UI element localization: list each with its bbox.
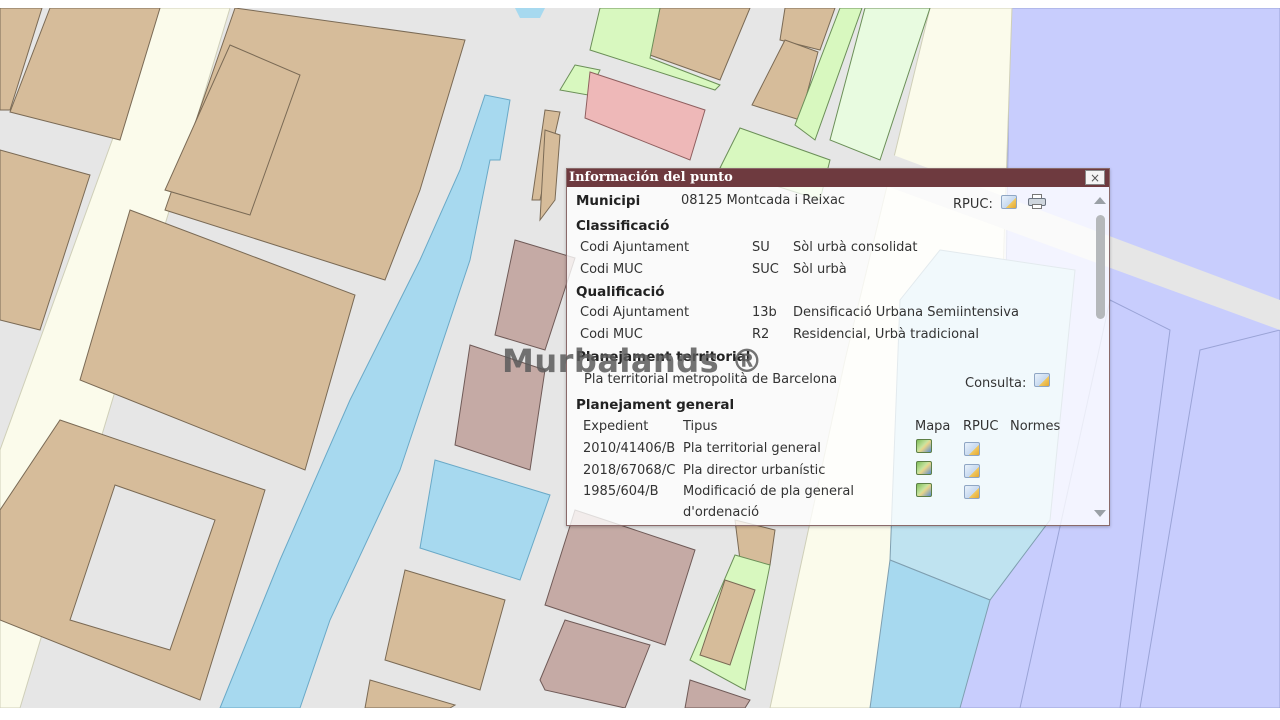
table-row-expedient: 1985/604/B (583, 484, 659, 499)
qualificacio-row-desc: Residencial, Urbà tradicional (793, 327, 979, 342)
document-link-icon[interactable] (1034, 373, 1050, 387)
col-mapa: Mapa (915, 419, 951, 434)
close-button[interactable]: × (1085, 170, 1105, 185)
document-link-icon[interactable] (964, 464, 980, 478)
classificacio-row-desc: Sòl urbà (793, 262, 847, 277)
scroll-up-arrow-icon[interactable] (1094, 197, 1106, 204)
municipi-label: Municipi (576, 193, 641, 209)
classificacio-row-label: Codi Ajuntament (580, 240, 690, 255)
qualificacio-row-code: R2 (752, 327, 770, 342)
table-row-tipus: Pla director urbanístic (683, 463, 826, 478)
municipi-value: 08125 Montcada i Reixac (681, 193, 846, 208)
close-icon[interactable]: × (1090, 171, 1100, 185)
table-row-tipus: Modificació de pla general (683, 484, 854, 499)
qualificacio-row-code: 13b (752, 305, 777, 320)
classificacio-row-code: SU (752, 240, 770, 255)
col-expedient: Expedient (583, 419, 649, 434)
document-link-icon[interactable] (964, 485, 980, 499)
col-tipus: Tipus (683, 419, 718, 434)
map-icon[interactable] (916, 483, 932, 497)
table-row-expedient: 2010/41406/B (583, 441, 676, 456)
qualificacio-heading: Qualificació (576, 284, 665, 300)
table-row-expedient: 2018/67068/C (583, 463, 676, 478)
classificacio-heading: Classificació (576, 218, 670, 234)
popup-scrollbar[interactable] (1091, 187, 1109, 525)
col-rpuc: RPUC (963, 419, 999, 434)
table-row-tipus: Pla territorial general (683, 441, 821, 456)
qualificacio-row-label: Codi Ajuntament (580, 305, 690, 320)
qualificacio-row-label: Codi MUC (580, 327, 643, 342)
map-icon[interactable] (916, 439, 932, 453)
popup-title: Información del punto (567, 169, 1109, 187)
classificacio-row-desc: Sòl urbà consolidat (793, 240, 918, 255)
map-icon[interactable] (916, 461, 932, 475)
general-heading: Planejament general (576, 397, 735, 413)
watermark: Murbalands ® (502, 342, 764, 380)
table-row-tipus-cont: d'ordenació (683, 505, 760, 520)
classificacio-row-label: Codi MUC (580, 262, 643, 277)
scroll-thumb[interactable] (1096, 215, 1105, 319)
printer-icon[interactable] (1028, 194, 1046, 209)
document-link-icon[interactable] (1001, 195, 1017, 209)
consulta-label: Consulta: (965, 376, 1027, 391)
classificacio-row-code: SUC (752, 262, 779, 277)
qualificacio-row-desc: Densificació Urbana Semiintensiva (793, 305, 1019, 320)
document-link-icon[interactable] (964, 442, 980, 456)
rpuc-label: RPUC: (953, 197, 993, 212)
col-normes: Normes (1010, 419, 1061, 434)
scroll-down-arrow-icon[interactable] (1094, 510, 1106, 517)
